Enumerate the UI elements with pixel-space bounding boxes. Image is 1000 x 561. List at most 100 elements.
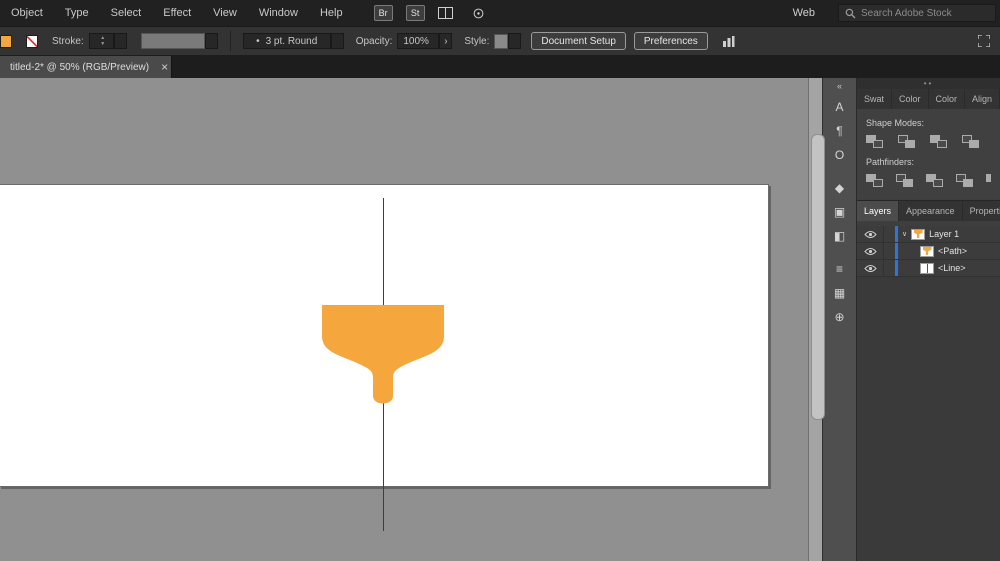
- align-options-icon: [722, 35, 735, 47]
- menu-effect[interactable]: Effect: [152, 7, 202, 19]
- preferences-button[interactable]: Preferences: [633, 32, 708, 50]
- pathfinder-tab-row: Swat Color Color Align Path: [857, 89, 1000, 109]
- layers-tab-row: Layers Appearance Properti: [857, 201, 1000, 221]
- artboard-panel-icon[interactable]: ▣: [823, 200, 856, 224]
- arrange-documents-button[interactable]: [437, 7, 456, 19]
- visibility-cell[interactable]: [857, 243, 884, 259]
- tab-color-guide[interactable]: Color: [929, 89, 966, 109]
- bridge-button[interactable]: Br: [373, 5, 393, 21]
- visibility-eye-icon: [863, 264, 877, 272]
- expand-panels-icon[interactable]: [837, 81, 842, 95]
- trim-icon[interactable]: [896, 174, 913, 187]
- minus-front-icon[interactable]: [898, 135, 915, 148]
- tab-align[interactable]: Align: [965, 89, 1000, 109]
- fullscreen-corners-icon[interactable]: [978, 35, 990, 47]
- stock-search: [838, 4, 996, 22]
- style-label: Style:: [464, 35, 490, 47]
- paragraph-panel-icon[interactable]: ¶: [823, 119, 856, 143]
- layer-row-line[interactable]: <Line>: [857, 260, 1000, 277]
- artboards-panel-icon[interactable]: ▦: [823, 281, 856, 305]
- scrollbar-thumb[interactable]: [811, 134, 825, 420]
- css-properties-panel-icon[interactable]: ⊕: [823, 305, 856, 329]
- unite-icon[interactable]: [866, 135, 883, 148]
- tab-layers[interactable]: Layers: [857, 201, 900, 221]
- canvas[interactable]: [0, 78, 808, 561]
- line-object-name[interactable]: <Line>: [938, 263, 966, 273]
- visibility-cell[interactable]: [857, 226, 884, 242]
- menu-help[interactable]: Help: [309, 7, 354, 19]
- touch-workspace-button[interactable]: [472, 7, 485, 20]
- brush-name: 3 pt. Round: [265, 35, 318, 47]
- stroke-weight-stepper[interactable]: ▲ ▼: [88, 33, 114, 49]
- outline-icon[interactable]: [986, 174, 991, 187]
- width-profile-chevron[interactable]: [204, 33, 218, 49]
- brush-bullet: •: [256, 35, 260, 47]
- symbol-sprayer-panel-icon[interactable]: ◆: [823, 176, 856, 200]
- variable-width-profile-dropdown[interactable]: [140, 33, 205, 49]
- paragraph-styles-panel-icon[interactable]: ≡: [823, 257, 856, 281]
- path-object-name[interactable]: <Path>: [938, 246, 967, 256]
- pathfinders-label: Pathfinders:: [866, 157, 915, 167]
- align-options-button[interactable]: [722, 35, 738, 47]
- menu-type[interactable]: Type: [54, 7, 100, 19]
- opentype-panel-icon[interactable]: O: [823, 143, 856, 167]
- layer-expand-chevron[interactable]: [902, 230, 907, 238]
- pathfinder-panel: Shape Modes: Pathfinders:: [857, 109, 1000, 199]
- divide-icon[interactable]: [866, 174, 883, 187]
- visibility-cell[interactable]: [857, 260, 884, 276]
- close-icon[interactable]: ×: [161, 60, 168, 74]
- visibility-eye-icon: [863, 247, 877, 255]
- layer-row-layer1[interactable]: Layer 1: [857, 226, 1000, 243]
- document-tab-title: titled-2* @ 50% (RGB/Preview): [10, 61, 150, 73]
- style-chevron[interactable]: [508, 33, 522, 49]
- tab-color[interactable]: Color: [892, 89, 929, 109]
- tab-properties[interactable]: Properti: [963, 201, 1000, 221]
- graphic-style-swatch[interactable]: [494, 33, 509, 49]
- stroke-weight-dropdown[interactable]: [113, 33, 127, 49]
- tab-appearance[interactable]: Appearance: [899, 201, 963, 221]
- tab-swatches[interactable]: Swat: [857, 89, 893, 109]
- workspace-switcher[interactable]: Web: [793, 7, 820, 19]
- menu-select[interactable]: Select: [100, 7, 153, 19]
- document-setup-button[interactable]: Document Setup: [531, 32, 626, 50]
- menu-window[interactable]: Window: [248, 7, 309, 19]
- opacity-value-field[interactable]: 100%: [397, 33, 440, 49]
- vertical-scrollbar[interactable]: [808, 78, 825, 561]
- layer-row-path[interactable]: <Path>: [857, 243, 1000, 260]
- menu-object[interactable]: Object: [0, 7, 54, 19]
- stock-button[interactable]: St: [405, 5, 425, 21]
- funnel-path-art-object[interactable]: [322, 305, 444, 411]
- brush-chevron[interactable]: [330, 33, 344, 49]
- touch-workspace-icon: [473, 8, 483, 18]
- gradient-panel-icon[interactable]: ◧: [823, 224, 856, 248]
- main-workspace: A ¶ O ◆ ▣ ◧ ≡ ▦ ⊕ Swat Color Color Align…: [0, 78, 1000, 561]
- stroke-label: Stroke:: [52, 35, 84, 47]
- menu-bar: Object Type Select Effect View Window He…: [0, 0, 1000, 26]
- layers-list: Layer 1 <Path>: [857, 226, 1000, 277]
- line-thumbnail[interactable]: [920, 262, 934, 274]
- brush-definition-dropdown[interactable]: • 3 pt. Round: [242, 33, 331, 49]
- path-thumbnail[interactable]: [920, 245, 934, 257]
- stroke-color-swatch[interactable]: [26, 34, 38, 48]
- exclude-icon[interactable]: [962, 135, 979, 148]
- control-bar: Stroke: ▲ ▼ • 3 pt. Round Opacity: 100% ›…: [0, 26, 1000, 55]
- stock-search-input[interactable]: [861, 7, 989, 19]
- layer-name[interactable]: Layer 1: [929, 229, 959, 239]
- fill-color-swatch[interactable]: [0, 34, 12, 48]
- opacity-options-chevron[interactable]: ›: [439, 33, 453, 49]
- type-panel-icon[interactable]: A: [823, 95, 856, 119]
- merge-icon[interactable]: [926, 174, 943, 187]
- divider: [229, 31, 231, 51]
- crop-icon[interactable]: [956, 174, 973, 187]
- shape-modes-label: Shape Modes:: [866, 118, 925, 128]
- search-icon: [845, 8, 856, 18]
- workspace-label: Web: [792, 7, 815, 19]
- intersect-icon[interactable]: [930, 135, 947, 148]
- arrange-documents-icon: [437, 7, 453, 19]
- document-tab-bar: titled-2* @ 50% (RGB/Preview) ×: [0, 55, 1000, 78]
- visibility-eye-icon: [863, 230, 877, 238]
- panel-drag-grip[interactable]: [857, 78, 1000, 89]
- document-tab[interactable]: titled-2* @ 50% (RGB/Preview) ×: [0, 56, 172, 78]
- layer-thumbnail[interactable]: [911, 228, 926, 240]
- menu-view[interactable]: View: [202, 7, 248, 19]
